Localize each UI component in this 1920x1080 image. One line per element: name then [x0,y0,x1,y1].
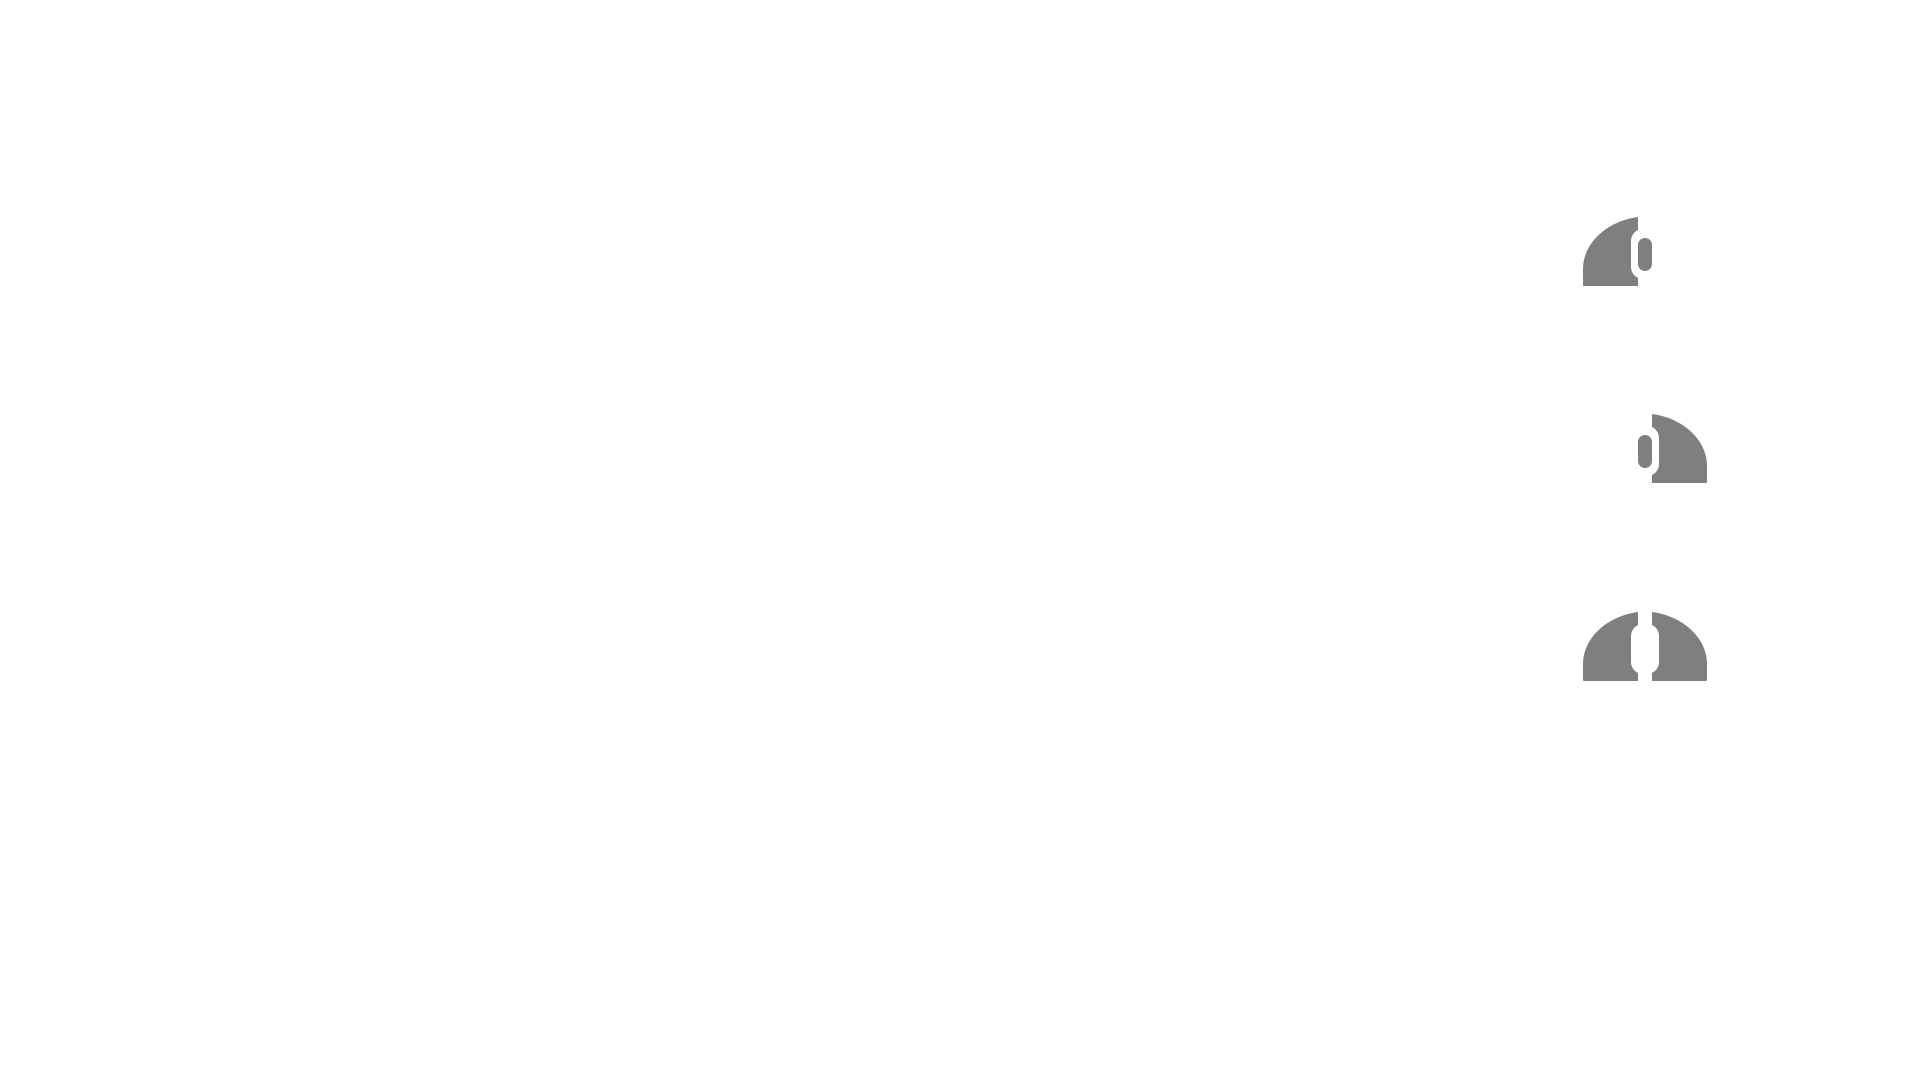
scroll-wheel [1638,238,1652,271]
mouse-both-click-icon [1583,612,1707,681]
left-button-shape [1583,612,1638,681]
right-button-shape [1652,414,1707,483]
left-button-shape [1583,217,1638,286]
scroll-wheel [1638,435,1652,468]
mouse-right-click-icon [1583,414,1707,483]
right-button-shape [1652,612,1707,681]
mouse-left-click-icon [1583,217,1707,286]
